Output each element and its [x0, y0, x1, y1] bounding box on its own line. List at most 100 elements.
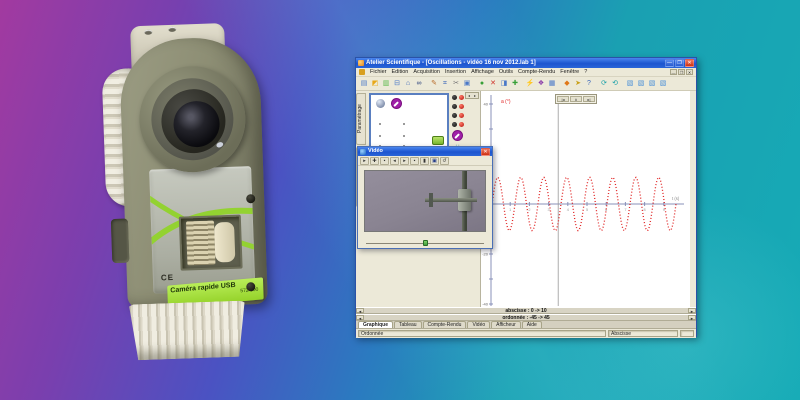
video-title-bar[interactable]: Vidéo ✕: [358, 147, 492, 156]
video-control-button[interactable]: ▸: [400, 157, 409, 165]
menu-item-[interactable]: ?: [584, 68, 587, 77]
usb-camera-product-photo: CE Caméra rapide USB 572 000: [94, 7, 307, 382]
maximize-button[interactable]: ❐: [675, 59, 684, 67]
curve-nav-button[interactable]: ∧: [570, 96, 582, 102]
red-jack-icon[interactable]: [459, 95, 464, 100]
menu-item-insertion[interactable]: Insertion: [445, 68, 466, 77]
menu-item-acquisition[interactable]: Acquisition: [413, 68, 440, 77]
toolbar-icon[interactable]: ◩: [370, 78, 380, 89]
status-bar: Ordonnée Abscisse: [356, 329, 696, 338]
graph-area[interactable]: 40200-20-40123456789a (°)t (s) |◂∧▸|: [480, 91, 690, 307]
tab-aide[interactable]: Aide: [522, 321, 542, 328]
tab-tableau[interactable]: Tableau: [394, 321, 422, 328]
video-control-button[interactable]: ▮: [420, 157, 429, 165]
no-sensor-icon[interactable]: [391, 98, 402, 109]
black-jack-icon[interactable]: [452, 113, 457, 118]
no-sensor-icon[interactable]: [452, 130, 463, 141]
slider-thumb[interactable]: [423, 240, 428, 246]
svg-text:-20: -20: [482, 252, 489, 257]
video-control-button[interactable]: ▪: [410, 157, 419, 165]
menu-item-compterendu[interactable]: Compte-Rendu: [518, 68, 555, 77]
sensor-sphere-icon[interactable]: [376, 99, 385, 108]
menu-item-edition[interactable]: Edition: [392, 68, 409, 77]
scroll-right-arrow-icon[interactable]: ►: [688, 315, 696, 320]
menu-item-fentre[interactable]: Fenêtre: [560, 68, 579, 77]
toolbar-icon[interactable]: ▥: [381, 78, 391, 89]
toolbar-icon[interactable]: ⌗: [440, 78, 450, 89]
video-control-button[interactable]: ▪: [380, 157, 389, 165]
video-control-button[interactable]: ▣: [430, 157, 439, 165]
mdi-close-button[interactable]: ✕: [686, 69, 693, 75]
red-jack-icon[interactable]: [459, 122, 464, 127]
toolbar-icon[interactable]: ✂: [451, 78, 461, 89]
toolbar-icon[interactable]: ∞: [414, 78, 424, 89]
toolbar-icon[interactable]: ⚡: [525, 78, 535, 89]
oscillation-plot: 40200-20-40123456789a (°)t (s): [481, 91, 691, 307]
black-jack-icon[interactable]: [452, 104, 457, 109]
menu-item-fichier[interactable]: Fichier: [370, 68, 387, 77]
video-control-button[interactable]: ▸: [360, 157, 369, 165]
pendulum-bob: [429, 193, 433, 207]
validate-button[interactable]: [432, 136, 444, 145]
toolbar-icon[interactable]: ✎: [429, 78, 439, 89]
app-icon: [358, 60, 364, 66]
mdi-restore-button[interactable]: ❐: [678, 69, 685, 75]
toolbar-icon[interactable]: ▤: [359, 78, 369, 89]
video-close-button[interactable]: ✕: [481, 148, 490, 156]
toolbar-icon[interactable]: ▧: [636, 78, 646, 89]
toolbar-icon[interactable]: ⟲: [610, 78, 620, 89]
toolbar-icon[interactable]: ✕: [488, 78, 498, 89]
toolbar-icon[interactable]: ⟳: [599, 78, 609, 89]
scroll-right-arrow-icon[interactable]: ►: [688, 308, 696, 313]
splitter-arrow-icon[interactable]: ▸: [472, 93, 478, 98]
document-icon: [359, 69, 365, 75]
connector-pair[interactable]: [451, 104, 464, 109]
menu-item-outils[interactable]: Outils: [499, 68, 513, 77]
minimize-button[interactable]: —: [665, 59, 674, 67]
red-jack-icon[interactable]: [459, 104, 464, 109]
black-jack-icon[interactable]: [452, 122, 457, 127]
curve-nav-button[interactable]: |◂: [557, 96, 569, 102]
close-button[interactable]: ✕: [685, 59, 694, 67]
scroll-left-arrow-icon[interactable]: ◄: [356, 308, 364, 313]
app-title-bar[interactable]: Atelier Scientifique - [Oscillations - v…: [356, 58, 696, 68]
connector-pair[interactable]: [451, 95, 464, 100]
toolbar-icon[interactable]: ➤: [573, 78, 583, 89]
toolbar-icon[interactable]: ▦: [547, 78, 557, 89]
sidebar-tab-parametrage[interactable]: Paramétrage: [356, 93, 366, 145]
ordinate-scrollbar[interactable]: ◄ ordonnée : -45 -> 45 ►: [356, 314, 696, 321]
curve-nav-button[interactable]: ▸|: [583, 96, 595, 102]
abscissa-scrollbar[interactable]: ◄ abscisse : 0 -> 10 ►: [356, 307, 696, 314]
toolbar-icon[interactable]: ▧: [647, 78, 657, 89]
black-jack-icon[interactable]: [452, 95, 457, 100]
video-control-button[interactable]: ↺: [440, 157, 449, 165]
toolbar-icon[interactable]: ▧: [658, 78, 668, 89]
toolbar-icon[interactable]: ▧: [625, 78, 635, 89]
video-seek-slider[interactable]: [366, 240, 484, 246]
video-control-button[interactable]: ✚: [370, 157, 379, 165]
toolbar-icon[interactable]: ●: [477, 78, 487, 89]
svg-text:t (s): t (s): [672, 196, 680, 201]
tab-vido[interactable]: Vidéo: [467, 321, 490, 328]
toolbar-icon[interactable]: ?: [584, 78, 594, 89]
toolbar-icon[interactable]: ◆: [562, 78, 572, 89]
video-child-window: Vidéo ✕ ▸✚▪◂▸▪▮▣↺: [357, 146, 493, 249]
panel-splitter-arrows[interactable]: ◂▸: [465, 92, 479, 99]
tab-compterendu[interactable]: Compte-Rendu: [423, 321, 467, 328]
tab-afficheur[interactable]: Afficheur: [491, 321, 521, 328]
tab-graphique[interactable]: Graphique: [358, 321, 393, 328]
toolbar-icon[interactable]: ⌂: [403, 78, 413, 89]
red-jack-icon[interactable]: [459, 113, 464, 118]
scroll-left-arrow-icon[interactable]: ◄: [356, 315, 364, 320]
toolbar-icon[interactable]: ▣: [462, 78, 472, 89]
video-control-button[interactable]: ◂: [390, 157, 399, 165]
menu-item-affichage[interactable]: Affichage: [471, 68, 494, 77]
mdi-minimize-button[interactable]: —: [670, 69, 677, 75]
toolbar-icon[interactable]: ⊟: [392, 78, 402, 89]
toolbar-icon[interactable]: ✚: [510, 78, 520, 89]
connector-pair[interactable]: [451, 122, 464, 127]
toolbar-icon[interactable]: ◨: [499, 78, 509, 89]
connector-pair[interactable]: [451, 113, 464, 118]
camera-side-slot: [111, 219, 130, 264]
toolbar-icon[interactable]: ❖: [536, 78, 546, 89]
